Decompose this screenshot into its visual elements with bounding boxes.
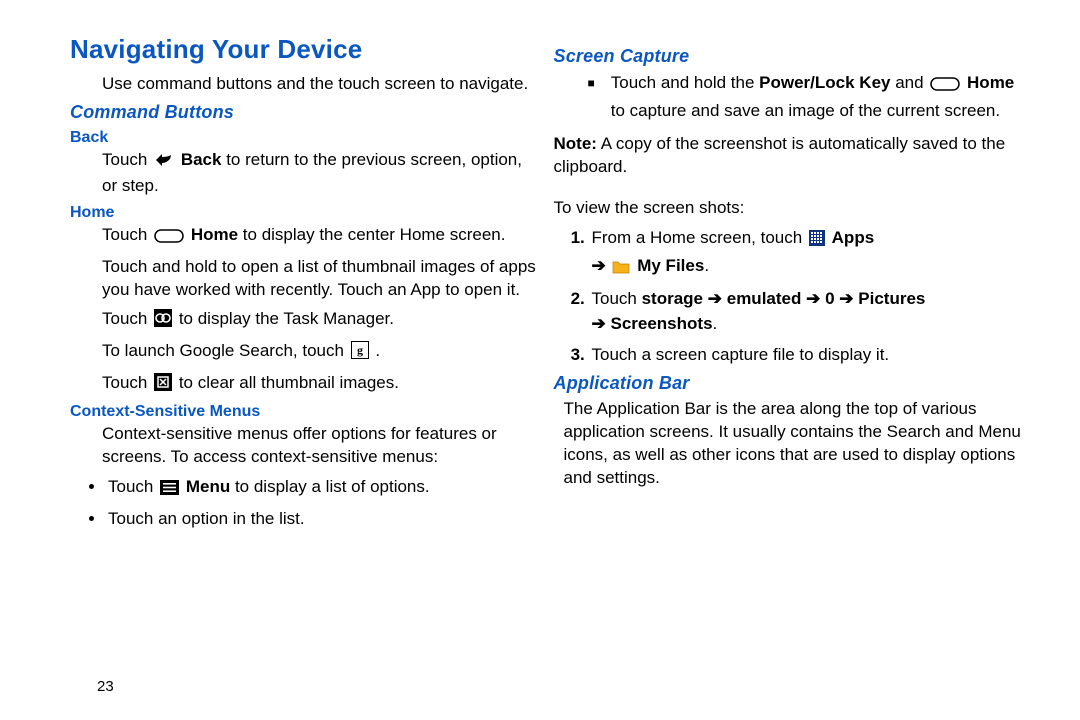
back-desc: Touch Back to return to the previous scr… <box>70 149 542 198</box>
home-desc-4: To launch Google Search, touch g . <box>70 340 542 366</box>
text-bold: Pictures <box>858 289 925 308</box>
heading-application-bar: Application Bar <box>554 373 1026 394</box>
text-fragment: From a Home screen, touch <box>592 228 807 247</box>
page-title: Navigating Your Device <box>70 34 542 65</box>
context-desc: Context-sensitive menus offer options fo… <box>70 423 542 469</box>
screen-capture-text: Touch and hold the Power/Lock Key and Ho… <box>611 71 1025 123</box>
text-bold: Home <box>967 73 1014 92</box>
heading-context-menus: Context-Sensitive Menus <box>70 403 542 421</box>
google-search-icon: g <box>351 341 369 366</box>
text-bold: Power/Lock Key <box>759 73 890 92</box>
step-1: From a Home screen, touch Apps ➔ My File… <box>590 226 1026 281</box>
screen-capture-step: ■ Touch and hold the Power/Lock Key and … <box>554 71 1026 123</box>
home-desc-1: Touch Home to display the center Home sc… <box>70 224 542 250</box>
menu-icon <box>160 478 179 503</box>
heading-back: Back <box>70 129 542 147</box>
text-bold: My Files <box>637 256 704 275</box>
arrow-icon: ➔ <box>839 289 853 308</box>
home-desc-5: Touch to clear all thumbnail images. <box>70 372 542 398</box>
text-bold: Menu <box>186 477 230 496</box>
text-fragment: To launch Google Search, touch <box>102 341 349 360</box>
clear-all-icon <box>154 373 172 398</box>
text-fragment: to display the Task Manager. <box>179 309 394 328</box>
step-3: Touch a screen capture file to display i… <box>590 343 1026 368</box>
text-bold: storage <box>642 289 703 308</box>
text-fragment: and <box>890 73 928 92</box>
heading-command-buttons: Command Buttons <box>70 102 542 123</box>
apps-grid-icon <box>809 229 825 254</box>
text-bold: 0 <box>825 289 834 308</box>
task-manager-icon <box>154 309 172 334</box>
text-fragment: Touch <box>102 225 152 244</box>
arrow-icon: ➔ <box>806 289 820 308</box>
text-fragment: Touch <box>102 373 152 392</box>
folder-icon <box>612 257 630 282</box>
text-fragment: . <box>704 256 709 275</box>
step-2: Touch storage ➔ emulated ➔ 0 ➔ Pictures … <box>590 287 1026 336</box>
square-bullet-icon: ■ <box>588 75 595 127</box>
page-number: 23 <box>97 678 114 695</box>
home-button-icon <box>154 227 184 250</box>
text-fragment: A copy of the screenshot is automaticall… <box>554 134 1006 176</box>
svg-text:g: g <box>357 343 363 357</box>
application-bar-desc: The Application Bar is the area along th… <box>554 398 1026 490</box>
text-fragment: . <box>713 314 718 333</box>
context-bullet-2: Touch an option in the list. <box>106 507 542 532</box>
text-bold: Home <box>191 225 238 244</box>
home-desc-2: Touch and hold to open a list of thumbna… <box>70 256 542 302</box>
text-bold: Note: <box>554 134 597 153</box>
heading-home: Home <box>70 204 542 222</box>
text-bold: emulated <box>727 289 802 308</box>
context-bullet-1: Touch Menu to display a list of options. <box>106 475 542 503</box>
home-desc-3: Touch to display the Task Manager. <box>70 308 542 334</box>
text-fragment: Touch <box>108 477 158 496</box>
text-fragment: to capture and save an image of the curr… <box>611 101 1000 120</box>
text-fragment: Touch <box>592 289 642 308</box>
heading-screen-capture: Screen Capture <box>554 46 1026 67</box>
text-fragment: Touch and hold the <box>611 73 759 92</box>
arrow-icon: ➔ <box>592 314 606 333</box>
arrow-icon: ➔ <box>708 289 722 308</box>
intro-text: Use command buttons and the touch screen… <box>70 73 542 96</box>
text-bold: Screenshots <box>610 314 712 333</box>
context-bullets: Touch Menu to display a list of options.… <box>70 475 542 531</box>
text-bold: Back <box>181 150 222 169</box>
text-fragment: Touch <box>102 150 152 169</box>
text-bold: Apps <box>832 228 875 247</box>
note-text: Note: A copy of the screenshot is automa… <box>554 133 1026 179</box>
text-fragment: to display a list of options. <box>235 477 430 496</box>
text-fragment: . <box>375 341 380 360</box>
arrow-icon: ➔ <box>592 256 606 275</box>
text-fragment: Touch <box>102 309 152 328</box>
home-button-icon <box>930 74 960 99</box>
back-arrow-icon <box>154 152 174 175</box>
view-intro: To view the screen shots: <box>554 197 1026 220</box>
screenshot-steps: From a Home screen, touch Apps ➔ My File… <box>554 226 1026 367</box>
text-fragment: to clear all thumbnail images. <box>179 373 399 392</box>
text-fragment: to display the center Home screen. <box>243 225 506 244</box>
